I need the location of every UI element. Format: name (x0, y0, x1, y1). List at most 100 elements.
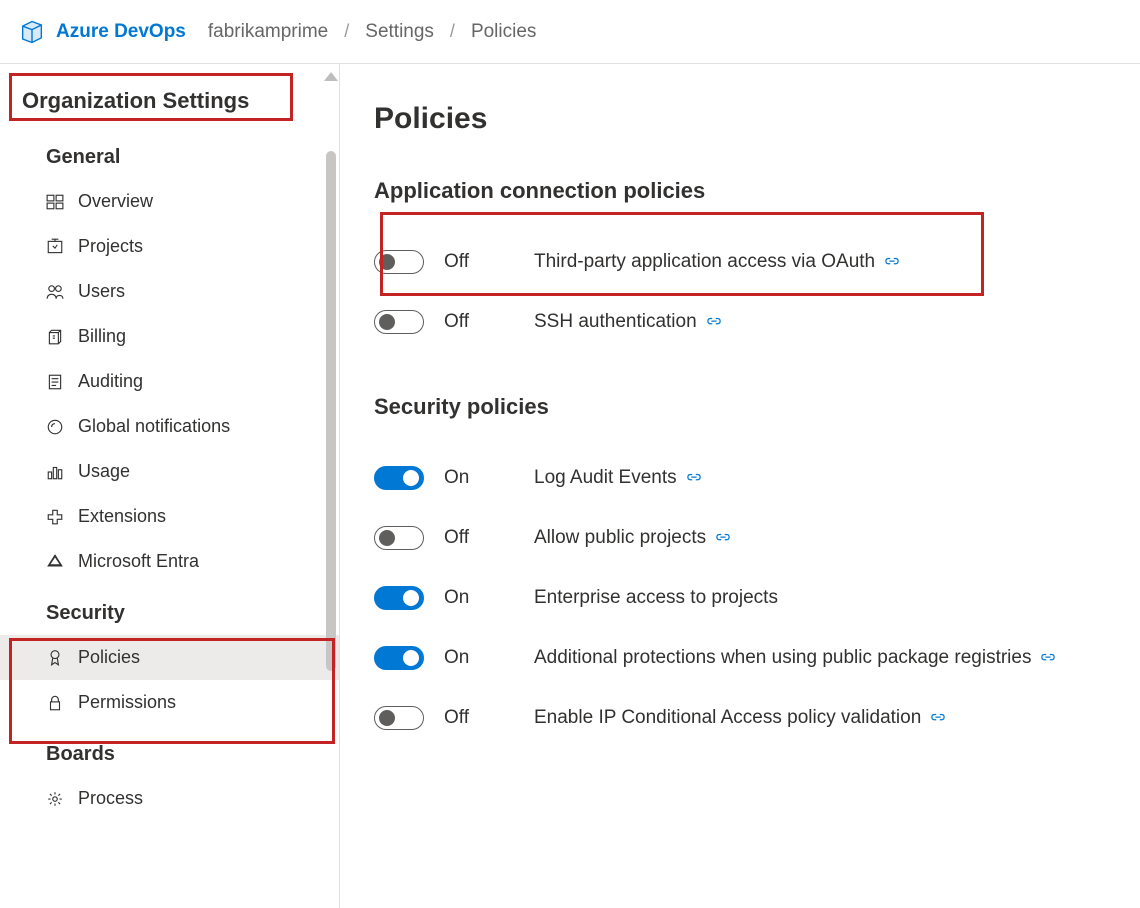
sidebar-item-usage[interactable]: Usage (0, 449, 339, 494)
sidebar-item-policies[interactable]: Policies (0, 635, 339, 680)
breadcrumb: fabrikamprime / Settings / Policies (208, 21, 537, 43)
entra-icon (46, 553, 64, 571)
external-link-icon[interactable] (885, 255, 899, 269)
policy-row: Off Third-party application access via OA… (374, 232, 1140, 292)
scroll-up-icon[interactable] (324, 72, 338, 81)
billing-icon (46, 328, 64, 346)
policy-label-text: SSH authentication (534, 311, 697, 333)
policy-row: Off Allow public projects (374, 508, 1140, 568)
policy-label: Log Audit Events (534, 467, 701, 489)
sidebar-item-auditing[interactable]: Auditing (0, 359, 339, 404)
sidebar-item-overview[interactable]: Overview (0, 179, 339, 224)
sidebar-item-label: Permissions (78, 692, 176, 713)
policy-row: Off SSH authentication (374, 292, 1140, 352)
sidebar-item-label: Overview (78, 191, 153, 212)
policy-row: On Log Audit Events (374, 448, 1140, 508)
sidebar-item-label: Usage (78, 461, 130, 482)
sidebar-item-label: Projects (78, 236, 143, 257)
sidebar-item-projects[interactable]: Projects (0, 224, 339, 269)
header: Azure DevOps fabrikamprime / Settings / … (0, 0, 1140, 64)
usage-icon (46, 463, 64, 481)
toggle-switch[interactable] (374, 586, 424, 610)
sidebar-title: Organization Settings (0, 82, 339, 128)
sidebar-item-label: Process (78, 788, 143, 809)
scrollbar[interactable] (321, 64, 341, 908)
policy-label: Additional protections when using public… (534, 647, 1055, 669)
sidebar-section-label: General (0, 128, 339, 179)
sidebar-section-label: Boards (0, 725, 339, 776)
sidebar-item-label: Extensions (78, 506, 166, 527)
sidebar-item-users[interactable]: Users (0, 269, 339, 314)
sidebar-item-label: Policies (78, 647, 140, 668)
breadcrumb-org[interactable]: fabrikamprime (208, 21, 328, 43)
toggle-state-text: On (444, 647, 514, 669)
permissions-icon (46, 694, 64, 712)
external-link-icon[interactable] (716, 531, 730, 545)
external-link-icon[interactable] (1041, 651, 1055, 665)
policy-section-title: Application connection policies (374, 178, 1140, 204)
toggle-knob (403, 590, 419, 606)
external-link-icon[interactable] (687, 471, 701, 485)
page-title: Policies (374, 102, 1140, 136)
breadcrumb-sep: / (450, 21, 455, 42)
breadcrumb-policies[interactable]: Policies (471, 21, 536, 43)
process-icon (46, 790, 64, 808)
devops-logo-icon (18, 18, 46, 46)
extensions-icon (46, 508, 64, 526)
sidebar-item-label: Users (78, 281, 125, 302)
policy-label-text: Additional protections when using public… (534, 647, 1031, 669)
policy-row: On Additional protections when using publ… (374, 628, 1140, 688)
overview-icon (46, 193, 64, 211)
sidebar-item-process[interactable]: Process (0, 776, 339, 821)
sidebar-item-label: Billing (78, 326, 126, 347)
toggle-state-text: Off (444, 251, 514, 273)
policy-label: Enable IP Conditional Access policy vali… (534, 707, 945, 729)
policy-label-text: Enable IP Conditional Access policy vali… (534, 707, 921, 729)
policies-icon (46, 649, 64, 667)
sidebar-item-microsoft-entra[interactable]: Microsoft Entra (0, 539, 339, 584)
toggle-state-text: Off (444, 311, 514, 333)
sidebar-section-label: Security (0, 584, 339, 635)
policy-row: Off Enable IP Conditional Access policy v… (374, 688, 1140, 748)
toggle-knob (403, 650, 419, 666)
scroll-thumb[interactable] (326, 151, 336, 671)
toggle-switch[interactable] (374, 706, 424, 730)
toggle-switch[interactable] (374, 526, 424, 550)
main-content: Policies Application connection policies… (340, 64, 1140, 908)
policy-label-text: Allow public projects (534, 527, 706, 549)
sidebar-item-label: Auditing (78, 371, 143, 392)
brand-link[interactable]: Azure DevOps (56, 21, 186, 43)
external-link-icon[interactable] (707, 315, 721, 329)
toggle-switch[interactable] (374, 250, 424, 274)
sidebar-item-extensions[interactable]: Extensions (0, 494, 339, 539)
toggle-switch[interactable] (374, 310, 424, 334)
policy-section-title: Security policies (374, 394, 1140, 420)
sidebar-item-global-notifications[interactable]: Global notifications (0, 404, 339, 449)
toggle-knob (379, 314, 395, 330)
users-icon (46, 283, 64, 301)
toggle-switch[interactable] (374, 646, 424, 670)
toggle-knob (379, 254, 395, 270)
sidebar-item-billing[interactable]: Billing (0, 314, 339, 359)
sidebar: Organization Settings General Overview Pro… (0, 64, 340, 908)
policy-label-text: Log Audit Events (534, 467, 677, 489)
notifications-icon (46, 418, 64, 436)
policy-label-text: Third-party application access via OAuth (534, 251, 875, 273)
policy-row: On Enterprise access to projects (374, 568, 1140, 628)
toggle-knob (403, 470, 419, 486)
toggle-state-text: On (444, 467, 514, 489)
auditing-icon (46, 373, 64, 391)
external-link-icon[interactable] (931, 711, 945, 725)
toggle-state-text: Off (444, 527, 514, 549)
policy-label: SSH authentication (534, 311, 721, 333)
policy-label: Allow public projects (534, 527, 730, 549)
toggle-state-text: On (444, 587, 514, 609)
toggle-switch[interactable] (374, 466, 424, 490)
sidebar-item-permissions[interactable]: Permissions (0, 680, 339, 725)
projects-icon (46, 238, 64, 256)
breadcrumb-settings[interactable]: Settings (365, 21, 434, 43)
sidebar-item-label: Global notifications (78, 416, 230, 437)
toggle-state-text: Off (444, 707, 514, 729)
sidebar-item-label: Microsoft Entra (78, 551, 199, 572)
policy-label: Enterprise access to projects (534, 587, 778, 609)
